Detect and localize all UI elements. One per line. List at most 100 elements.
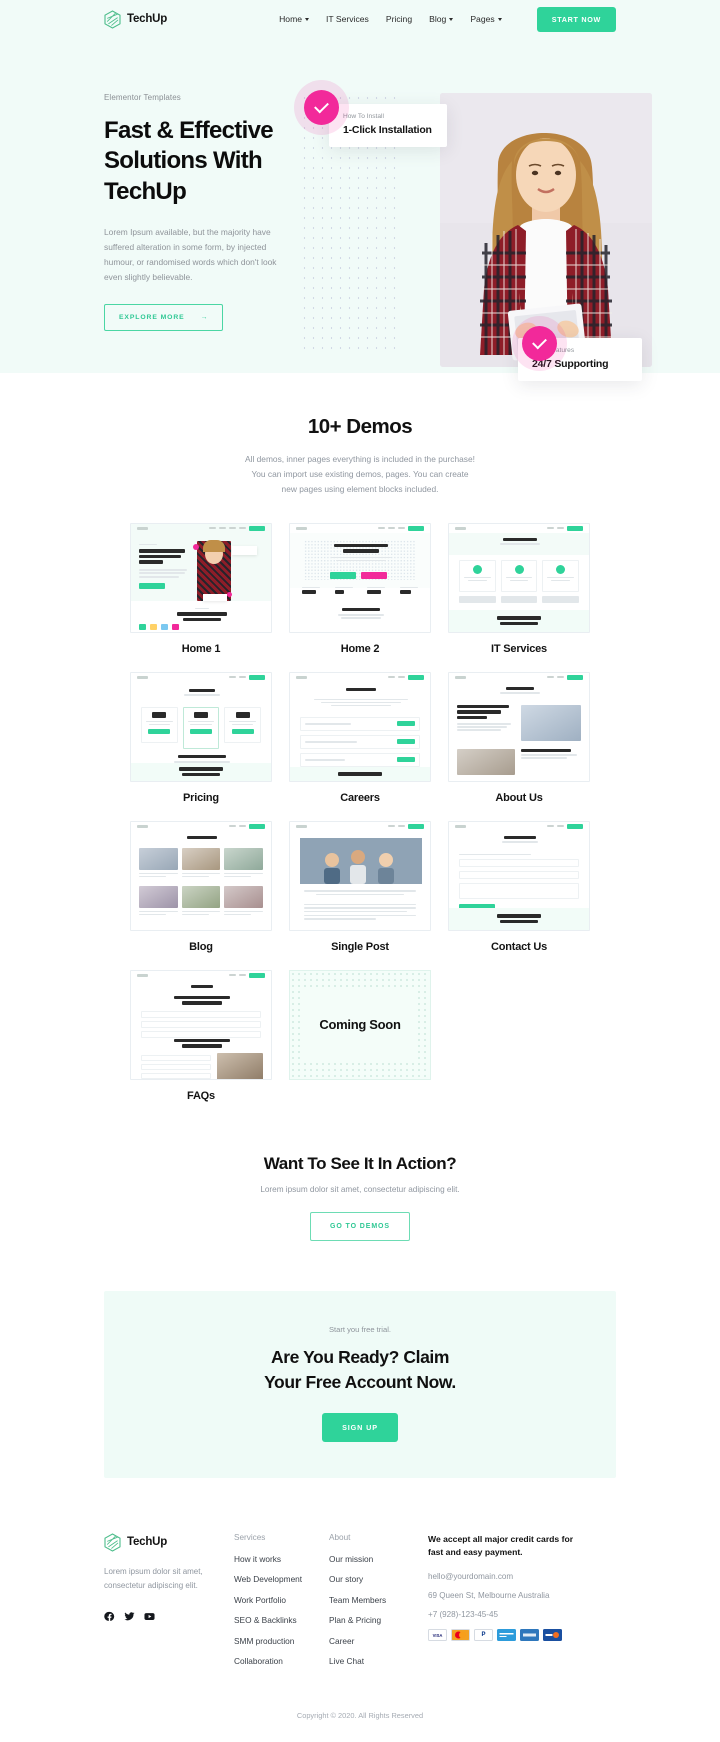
check-icon: [532, 334, 547, 350]
discover-card-icon: [543, 1629, 562, 1642]
demo-card[interactable]: Home 1: [130, 522, 272, 655]
action-title: Want To See It In Action?: [263, 1153, 457, 1173]
explore-more-button[interactable]: EXPLORE MORE →: [104, 304, 224, 332]
footer-payment-column: We accept all major credit cards for fas…: [428, 1533, 588, 1677]
demo-card[interactable]: Careers: [289, 671, 431, 804]
footer-link-plan-pricing[interactable]: Plan & Pricing: [329, 1615, 424, 1625]
demo-label: About Us: [495, 791, 543, 804]
signup-eyebrow: Start you free trial.: [328, 1324, 392, 1334]
nav-label-it-services: IT Services: [326, 14, 369, 24]
demo-card[interactable]: Home 2: [289, 522, 431, 655]
hero-eyebrow: Elementor Templates: [104, 93, 181, 102]
demo-label: Pricing: [183, 791, 219, 804]
nav-label-blog: Blog: [429, 14, 447, 24]
nav-item-it-services[interactable]: IT Services: [326, 14, 369, 24]
visa-card-icon: VISA: [428, 1629, 447, 1642]
maestro-card-icon: [497, 1629, 516, 1642]
contact-phone[interactable]: +7 (928)-123-45-45: [428, 1610, 588, 1619]
footer-link-career[interactable]: Career: [329, 1636, 424, 1646]
nav-item-pages[interactable]: Pages: [470, 14, 502, 24]
demo-thumbnail-pricing[interactable]: [130, 671, 272, 782]
demos-grid: Home 1 Home 2 IT Services Pricing Career…: [130, 522, 590, 1102]
demo-thumbnail-singlepost[interactable]: [289, 820, 431, 931]
demo-thumbnail-home1[interactable]: [130, 522, 272, 633]
footer-link-collaboration[interactable]: Collaboration: [234, 1656, 329, 1666]
demo-card[interactable]: About Us: [448, 671, 590, 804]
go-to-demos-button[interactable]: GO TO DEMOS: [310, 1211, 410, 1241]
demo-thumbnail-careers[interactable]: [289, 671, 431, 782]
contact-address: 69 Queen St, Melbourne Australia: [428, 1591, 550, 1601]
demos-description: All demos, inner pages everything is inc…: [245, 454, 475, 494]
signup-title-line1: Are You Ready? Claim: [270, 1346, 450, 1367]
footer-link-live-chat[interactable]: Live Chat: [329, 1656, 424, 1666]
demo-card[interactable]: Blog: [130, 820, 272, 953]
footer-link-how-it-works[interactable]: How it works: [234, 1554, 329, 1564]
hexagon-logo-icon: [104, 9, 121, 29]
features-card-title: 24/7 Supporting: [532, 358, 609, 370]
sign-up-button[interactable]: SIGN UP: [322, 1412, 398, 1442]
check-badge-top: [304, 90, 339, 125]
coming-soon-tile: Coming Soon: [289, 969, 431, 1080]
header-logo-text: TechUp: [127, 13, 168, 25]
footer-column-about: About Our mission Our story Team Members…: [329, 1533, 424, 1677]
site-header: TechUp Home IT Services Pricing Blog Pag…: [0, 0, 720, 38]
check-icon: [314, 98, 329, 114]
nav-item-home[interactable]: Home: [279, 14, 310, 24]
footer-logo[interactable]: TechUp: [104, 1532, 234, 1552]
demo-card[interactable]: Contact Us: [448, 820, 590, 953]
coming-soon-card: Coming Soon: [289, 969, 431, 1102]
mastercard-card-icon: [451, 1629, 470, 1642]
hero-section: Elementor Templates Fast & Effective Sol…: [0, 38, 720, 381]
demo-thumbnail-about[interactable]: [448, 671, 590, 782]
explore-more-label: EXPLORE MORE: [119, 314, 185, 322]
payment-card-icons: VISA P: [428, 1629, 588, 1642]
nav-label-pricing: Pricing: [385, 14, 413, 24]
footer-link-smm-production[interactable]: SMM production: [234, 1636, 329, 1646]
start-now-button[interactable]: START NOW: [536, 6, 616, 32]
site-footer: TechUp Lorem ipsum dolor sit amet, conse…: [0, 1477, 720, 1677]
nav-item-blog[interactable]: Blog: [429, 14, 454, 24]
twitter-icon[interactable]: [124, 1609, 135, 1621]
footer-description: Lorem ipsum dolor sit amet, consectetur …: [104, 1566, 203, 1591]
footer-link-our-mission[interactable]: Our mission: [329, 1554, 424, 1564]
demo-thumbnail-home2[interactable]: [289, 522, 431, 633]
demo-thumbnail-contact[interactable]: [448, 820, 590, 931]
woman-with-tablet-image: [440, 93, 652, 367]
signup-title-line2: Your Free Account Now.: [264, 1371, 456, 1392]
footer-link-work-portfolio[interactable]: Work Portfolio: [234, 1595, 329, 1605]
demo-card[interactable]: Single Post: [289, 820, 431, 953]
demo-label: IT Services: [491, 642, 547, 655]
header-logo[interactable]: TechUp: [104, 9, 168, 29]
paypal-card-icon: P: [474, 1629, 493, 1642]
demo-card[interactable]: Pricing: [130, 671, 272, 804]
demo-label: Home 2: [340, 642, 380, 655]
demo-thumbnail-faqs[interactable]: [130, 969, 272, 1080]
amex-card-icon: [520, 1629, 539, 1642]
demo-card[interactable]: IT Services: [448, 522, 590, 655]
footer-link-seo-backlinks[interactable]: SEO & Backlinks: [234, 1615, 329, 1625]
demo-thumbnail-itservices[interactable]: [448, 522, 590, 633]
footer-column-services: Services How it works Web Development Wo…: [234, 1533, 329, 1677]
nav-item-pricing[interactable]: Pricing: [386, 14, 412, 24]
footer-link-web-development[interactable]: Web Development: [234, 1574, 329, 1584]
nav-label-home: Home: [279, 14, 303, 24]
facebook-icon[interactable]: [104, 1609, 115, 1622]
chevron-down-icon: [497, 18, 502, 21]
demo-label: Blog: [189, 940, 213, 953]
demos-section: 10+ Demos All demos, inner pages everyth…: [0, 373, 720, 1102]
signup-banner-wrap: Start you free trial. Are You Ready? Cla…: [0, 1240, 720, 1478]
demo-card[interactable]: FAQs: [130, 969, 272, 1102]
footer-logo-text: TechUp: [127, 1536, 168, 1549]
contact-email[interactable]: hello@yourdomain.com: [428, 1572, 588, 1581]
footer-link-team-members[interactable]: Team Members: [329, 1595, 424, 1605]
footer-link-our-story[interactable]: Our story: [329, 1574, 424, 1584]
coming-soon-label: Coming Soon: [319, 1017, 401, 1033]
hero-photo: [440, 93, 652, 367]
hero-title: Fast & Effective Solutions With TechUp: [104, 117, 274, 205]
demo-thumbnail-blog[interactable]: [130, 820, 272, 931]
check-badge-bottom: [522, 326, 557, 361]
demo-label: Single Post: [331, 940, 389, 953]
youtube-icon[interactable]: [144, 1609, 155, 1621]
copyright-text: Copyright © 2020. All Rights Reserved: [0, 1676, 720, 1742]
chevron-down-icon: [305, 18, 310, 21]
